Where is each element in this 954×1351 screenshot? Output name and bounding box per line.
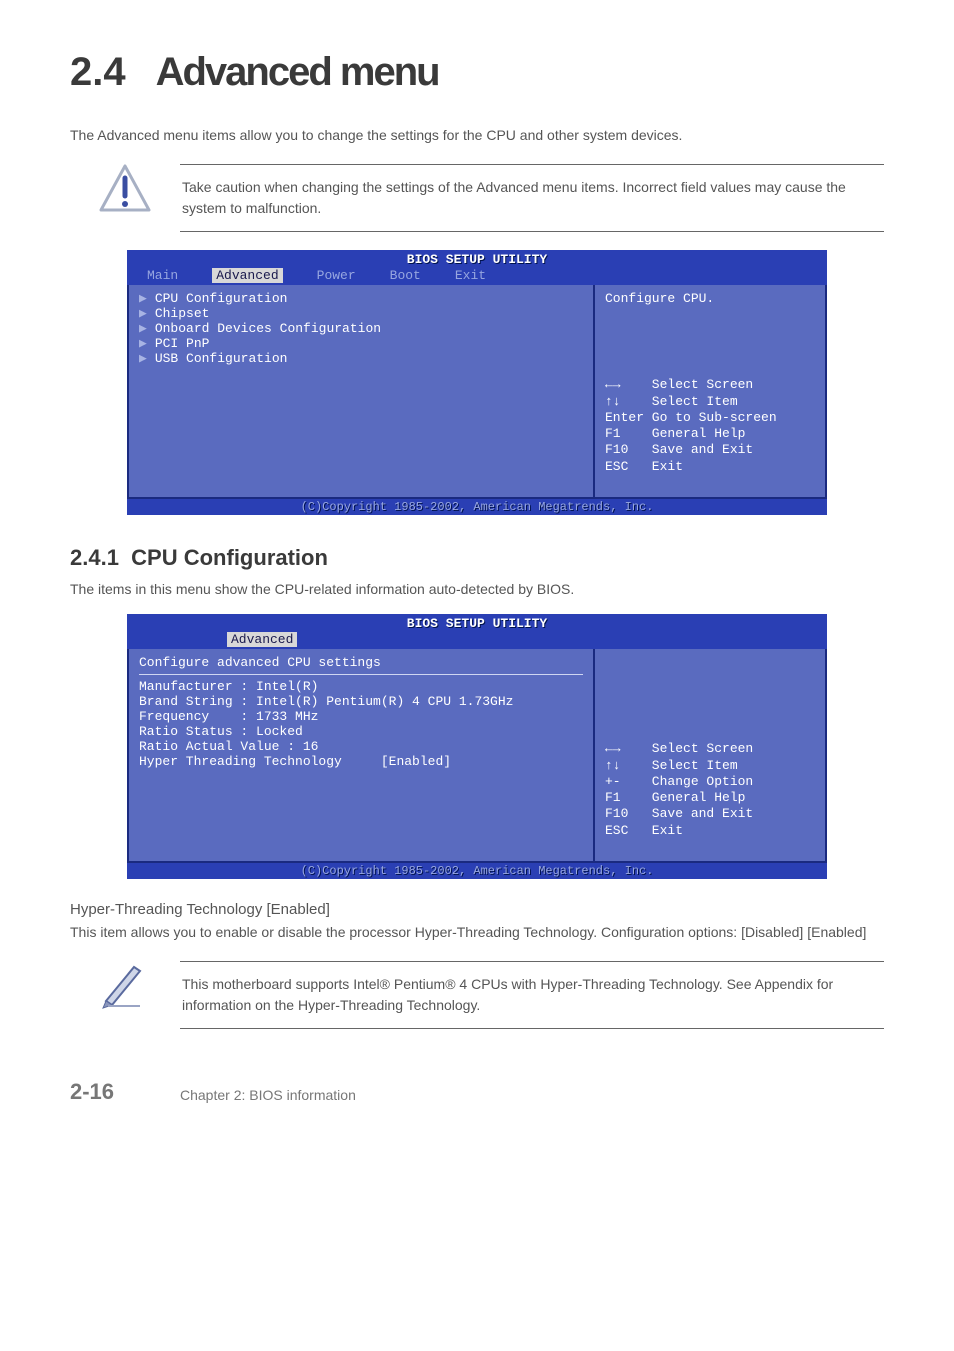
bios-help-keys: ←→ Select Screen ↑↓ Select Item +- Chang… xyxy=(605,725,815,855)
bios-help-top: Configure CPU. xyxy=(605,291,815,306)
bios-help-keys: ←→ Select Screen ↑↓ Select Item Enter Go… xyxy=(605,361,815,491)
cpu-brand-string: Brand String : Intel(R) Pentium(R) 4 CPU… xyxy=(139,694,583,709)
section-number: 2.4 xyxy=(70,50,126,94)
bios-copyright: (C)Copyright 1985-2002, American Megatre… xyxy=(127,499,827,515)
bios-menu-advanced: Advanced xyxy=(227,632,297,647)
cpu-frequency: Frequency : 1733 MHz xyxy=(139,709,583,724)
bios-item-chipset: ▶Chipset xyxy=(139,306,583,321)
bios-item-cpu-configuration: ▶CPU Configuration xyxy=(139,291,583,306)
bios-menu-boot: Boot xyxy=(390,268,421,283)
bios-copyright: (C)Copyright 1985-2002, American Megatre… xyxy=(127,863,827,879)
caution-text: Take caution when changing the settings … xyxy=(180,164,884,232)
note-text: This motherboard supports Intel® Pentium… xyxy=(180,961,884,1029)
hyper-threading-heading: Hyper-Threading Technology [Enabled] xyxy=(70,901,884,918)
footer-chapter: Chapter 2: BIOS information xyxy=(180,1087,884,1105)
panel-title: Configure advanced CPU settings xyxy=(139,655,583,675)
note-icon xyxy=(100,961,150,1009)
bios-item-usb-configuration: ▶USB Configuration xyxy=(139,351,583,366)
section-title: 2.4 Advanced menu xyxy=(70,50,884,95)
page-number: 2-16 xyxy=(70,1079,180,1105)
cpu-ratio-status: Ratio Status : Locked xyxy=(139,724,583,739)
section-heading: Advanced menu xyxy=(156,50,439,94)
bios-menu-power: Power xyxy=(317,268,356,283)
cpu-ratio-actual-value: Ratio Actual Value : 16 xyxy=(139,739,583,754)
bios-menubar: Main Advanced Power Boot Exit xyxy=(127,267,827,285)
intro-text: The Advanced menu items allow you to cha… xyxy=(70,125,884,146)
bios-menu-main: Main xyxy=(147,268,178,283)
bios-menu-advanced: Advanced xyxy=(212,268,282,283)
bios-title: BIOS SETUP UTILITY xyxy=(127,250,827,267)
bios-menubar: Advanced xyxy=(127,631,827,649)
bios-screenshot-cpu-configuration: BIOS SETUP UTILITY Advanced Configure ad… xyxy=(127,614,827,879)
bios-item-pci-pnp: ▶PCI PnP xyxy=(139,336,583,351)
caution-icon xyxy=(99,164,151,214)
hyper-threading-desc: This item allows you to enable or disabl… xyxy=(70,922,884,943)
bios-item-onboard-devices: ▶Onboard Devices Configuration xyxy=(139,321,583,336)
subheading-cpu-configuration: 2.4.1 CPU Configuration xyxy=(70,545,884,571)
bios-menu-exit: Exit xyxy=(455,268,486,283)
cpu-config-desc: The items in this menu show the CPU-rela… xyxy=(70,579,884,600)
bios-title: BIOS SETUP UTILITY xyxy=(127,614,827,631)
cpu-manufacturer: Manufacturer : Intel(R) xyxy=(139,679,583,694)
bios-screenshot-advanced-menu: BIOS SETUP UTILITY Main Advanced Power B… xyxy=(127,250,827,515)
hyper-threading-setting: Hyper Threading Technology [Enabled] xyxy=(139,754,583,769)
